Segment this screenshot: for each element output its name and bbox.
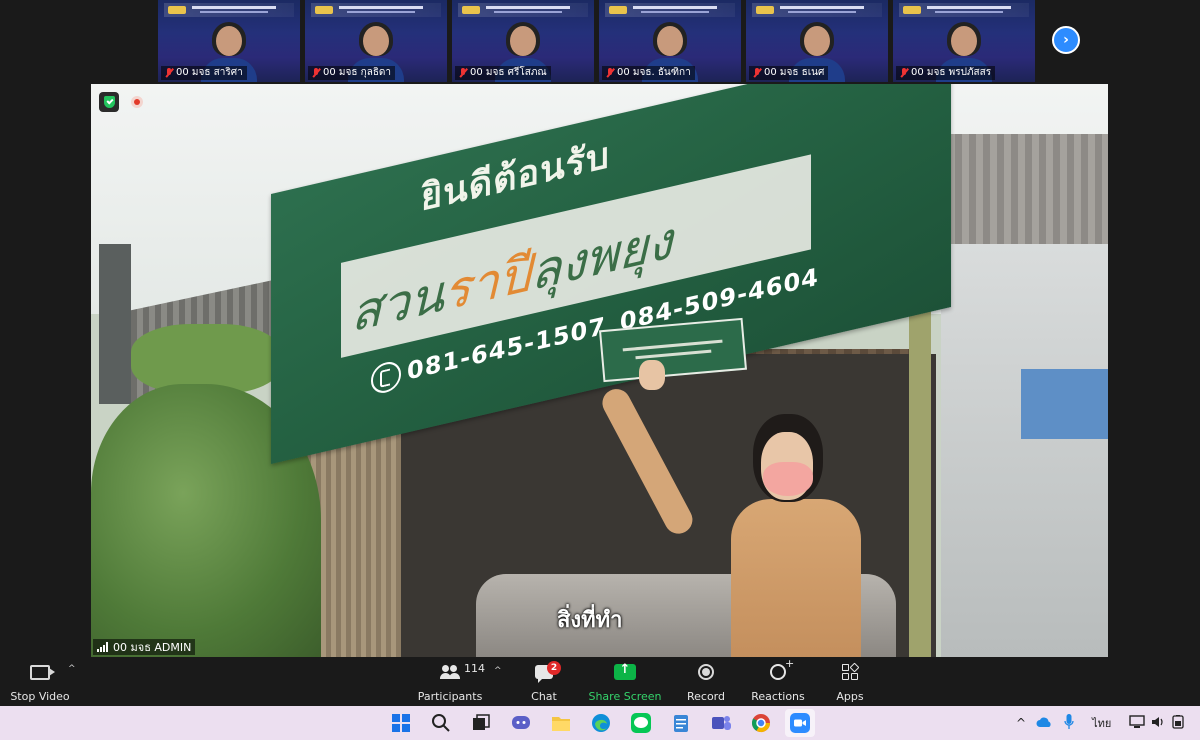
line-app-icon[interactable] <box>629 711 653 735</box>
system-tray: ^ ไทย <box>1016 706 1187 740</box>
participant-name-label: 00 มจธ กุลธิดา <box>308 66 396 80</box>
network-icon[interactable] <box>1129 714 1145 732</box>
apps-button[interactable]: Apps <box>834 660 866 703</box>
muted-microphone-icon <box>165 68 173 78</box>
task-view-icon[interactable] <box>469 711 493 735</box>
muted-microphone-icon <box>459 68 467 78</box>
participant-thumbnail-strip: 00 มจธ สาริศา 00 มจธ กุลธิดา 00 มจธ ศรีโสภ… <box>158 0 1035 82</box>
teams-chat-icon[interactable] <box>509 711 533 735</box>
zoom-app-icon[interactable] <box>785 709 815 737</box>
participant-thumbnail[interactable]: 00 มจธ. ธันฑิกา <box>599 0 741 82</box>
notepad-icon[interactable] <box>669 711 693 735</box>
zoom-meeting-window: 00 มจธ สาริศา 00 มจธ กุลธิดา 00 มจธ ศรีโสภ… <box>0 0 1200 706</box>
stop-video-button[interactable]: Stop Video <box>10 660 70 703</box>
record-button[interactable]: Record <box>684 660 728 703</box>
participant-name-label: 00 มจธ. ธันฑิกา <box>602 66 695 80</box>
search-icon[interactable] <box>429 711 453 735</box>
record-icon <box>698 664 714 680</box>
chat-icon: 2 <box>535 661 561 683</box>
active-speaker-video: ยินดีต้อนรับ สวนราปีลุงพยุง 081-645-1507… <box>91 84 1108 657</box>
reactions-button[interactable]: Reactions <box>751 657 805 703</box>
muted-microphone-icon <box>606 68 614 78</box>
recording-indicator-icon <box>131 96 143 108</box>
input-language-indicator[interactable]: ไทย <box>1092 714 1111 732</box>
participants-count: 114 <box>464 662 485 675</box>
volume-speaker-icon[interactable] <box>1151 715 1165 732</box>
reactions-smiley-icon <box>770 657 794 680</box>
share-screen-button[interactable]: Share Screen <box>588 660 661 703</box>
start-windows-icon[interactable] <box>389 711 413 735</box>
presenter-woman <box>597 360 871 657</box>
participant-thumbnail[interactable]: 00 มจธ พรปภัสสร <box>893 0 1035 82</box>
onedrive-cloud-icon[interactable] <box>1036 717 1052 730</box>
chat-unread-badge: 2 <box>547 661 561 675</box>
participant-name-label: 00 มจธ ศรีโสภณ <box>455 66 551 80</box>
participant-name-label: 00 มจธ สาริศา <box>161 66 247 80</box>
speaker-name-tag: 00 มจธ ADMIN <box>93 639 196 655</box>
battery-icon[interactable] <box>1171 714 1187 732</box>
encryption-shield-icon[interactable] <box>99 92 119 112</box>
video-camera-icon <box>30 664 55 680</box>
participants-icon <box>440 665 460 679</box>
participant-thumbnail[interactable]: 00 มจธ ธเนศ <box>746 0 888 82</box>
windows-taskbar: ^ ไทย <box>0 706 1200 740</box>
participants-options-chevron-icon[interactable]: ^ <box>494 666 502 676</box>
participant-thumbnail[interactable]: 00 มจธ สาริศา <box>158 0 300 82</box>
muted-microphone-icon <box>753 68 761 78</box>
microphone-icon[interactable] <box>1064 713 1074 733</box>
next-page-button[interactable]: › <box>1052 26 1080 54</box>
share-screen-icon <box>614 662 636 680</box>
microsoft-teams-icon[interactable] <box>709 711 733 735</box>
phone-icon <box>371 358 401 396</box>
video-subtitle: สิ่งที่ทำ <box>557 608 623 633</box>
meeting-toolbar: Stop Video ^ 114 Participants ^ 2 Chat S… <box>0 657 1200 706</box>
participant-name-label: 00 มจธ พรปภัสสร <box>896 66 996 80</box>
participant-thumbnail[interactable]: 00 มจธ กุลธิดา <box>305 0 447 82</box>
edge-browser-icon[interactable] <box>589 711 613 735</box>
muted-microphone-icon <box>900 68 908 78</box>
video-options-chevron-icon[interactable]: ^ <box>68 664 76 674</box>
signal-strength-icon <box>97 642 108 652</box>
participants-button[interactable]: 114 Participants <box>418 660 485 703</box>
apps-grid-icon <box>842 662 860 680</box>
muted-microphone-icon <box>312 68 320 78</box>
participant-thumbnail[interactable]: 00 มจธ ศรีโสภณ <box>452 0 594 82</box>
show-hidden-icons-chevron-icon[interactable]: ^ <box>1016 716 1026 730</box>
chrome-browser-icon[interactable] <box>749 711 773 735</box>
participant-name-label: 00 มจธ ธเนศ <box>749 66 829 80</box>
file-explorer-icon[interactable] <box>549 711 573 735</box>
chat-button[interactable]: 2 Chat <box>524 660 564 703</box>
